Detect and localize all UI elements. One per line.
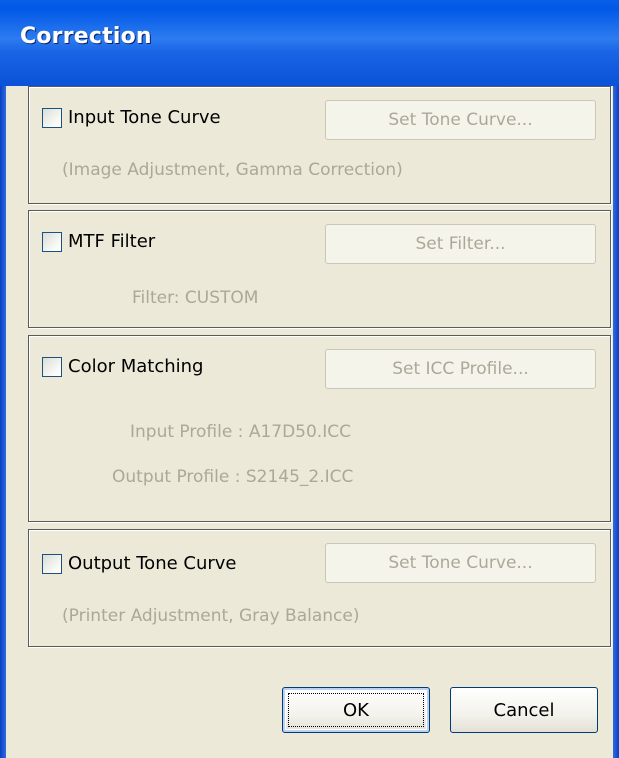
title-bar[interactable]: Correction — [0, 0, 619, 86]
ok-button-label: OK — [343, 699, 369, 721]
set-input-tone-curve-button[interactable]: Set Tone Curve... — [325, 100, 596, 140]
output-tone-curve-group: Output Tone Curve Set Tone Curve... (Pri… — [28, 529, 611, 647]
color-matching-checkbox[interactable] — [42, 356, 62, 377]
ok-button[interactable]: OK — [282, 687, 430, 733]
output-tone-curve-label[interactable]: Output Tone Curve — [68, 553, 237, 574]
mtf-filter-checkbox[interactable] — [42, 231, 62, 252]
correction-dialog: Correction Input Tone Curve Set Tone Cur… — [0, 0, 619, 758]
input-tone-curve-checkbox-row[interactable]: Input Tone Curve — [42, 107, 221, 128]
color-matching-label[interactable]: Color Matching — [68, 356, 203, 377]
set-output-tone-curve-button[interactable]: Set Tone Curve... — [325, 543, 596, 583]
window-title: Correction — [20, 24, 152, 49]
output-profile-text: Output Profile : S2145_2.ICC — [112, 467, 354, 487]
output-tone-curve-checkbox[interactable] — [42, 553, 62, 574]
input-tone-curve-checkbox[interactable] — [42, 107, 62, 128]
color-matching-group: Color Matching Set ICC Profile... Input … — [28, 335, 611, 522]
input-tone-curve-description: (Image Adjustment, Gamma Correction) — [62, 160, 403, 180]
input-profile-text: Input Profile : A17D50.ICC — [130, 422, 351, 442]
set-icc-profile-button[interactable]: Set ICC Profile... — [325, 349, 596, 389]
input-tone-curve-label[interactable]: Input Tone Curve — [68, 107, 221, 128]
input-tone-curve-group: Input Tone Curve Set Tone Curve... (Imag… — [28, 86, 611, 204]
mtf-filter-group: MTF Filter Set Filter... Filter: CUSTOM — [28, 210, 611, 328]
window-right-border — [613, 86, 619, 758]
cancel-button[interactable]: Cancel — [450, 687, 598, 733]
mtf-filter-checkbox-row[interactable]: MTF Filter — [42, 231, 155, 252]
mtf-filter-label[interactable]: MTF Filter — [68, 231, 155, 252]
filter-description: Filter: CUSTOM — [132, 288, 259, 308]
window-left-border — [0, 86, 6, 758]
cancel-button-label: Cancel — [493, 699, 555, 721]
set-filter-button[interactable]: Set Filter... — [325, 224, 596, 264]
output-tone-curve-checkbox-row[interactable]: Output Tone Curve — [42, 553, 237, 574]
output-tone-curve-description: (Printer Adjustment, Gray Balance) — [62, 606, 360, 626]
color-matching-checkbox-row[interactable]: Color Matching — [42, 356, 203, 377]
